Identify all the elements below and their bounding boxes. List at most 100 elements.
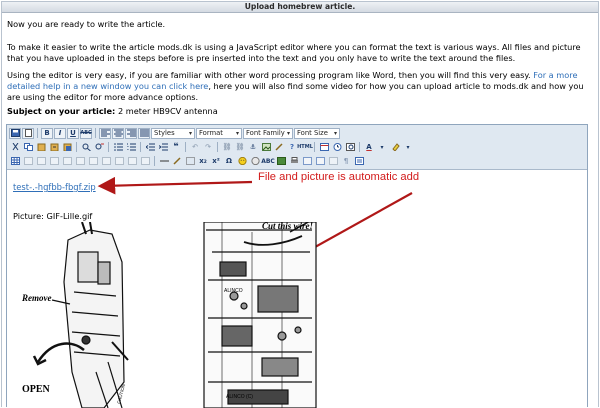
save-icon[interactable] [9, 127, 21, 139]
arrow-to-file [97, 176, 253, 195]
intro-paragraph-1: Now you are ready to write the article. [7, 19, 166, 29]
cleanup-icon[interactable] [273, 142, 285, 153]
toolbar-separator [154, 156, 155, 166]
special-character-icon[interactable]: Ω [223, 156, 235, 167]
toolbar-separator [140, 142, 141, 152]
indent-icon[interactable] [157, 142, 169, 153]
toolbar-row-2: ❝ ↶ ↷ ⛓ ⛓ ⚓ ? HTML A ▾ ▾ [9, 140, 585, 154]
chevron-down-icon[interactable]: ▾ [376, 142, 388, 153]
find-icon[interactable] [80, 142, 92, 153]
anchor-icon[interactable]: ⚓ [247, 142, 259, 153]
insert-date-icon[interactable] [318, 142, 330, 153]
chevron-down-icon[interactable]: ▾ [402, 142, 414, 153]
toolbar-separator [37, 128, 38, 138]
insert-column-after-icon[interactable] [100, 156, 112, 167]
html-source-icon[interactable]: HTML [297, 142, 313, 153]
radio-schematic-image: Remove OPEN Cut this wire! ALINCO ALINCO… [21, 222, 317, 408]
media-icon[interactable] [249, 156, 261, 167]
absolute-position-icon[interactable] [327, 156, 339, 167]
align-center-icon[interactable] [112, 127, 124, 139]
chevron-down-icon: ▾ [333, 129, 337, 137]
intro-paragraph-2: To make it easier to write the article m… [7, 42, 581, 63]
insert-time-icon[interactable] [331, 142, 343, 153]
cell-properties-icon[interactable] [35, 156, 47, 167]
paste-word-icon[interactable] [61, 142, 73, 153]
paste-text-icon[interactable] [48, 142, 60, 153]
align-left-icon[interactable] [99, 127, 111, 139]
styles-dropdown[interactable]: Styles ▾ [151, 127, 195, 139]
underline-button[interactable]: U [67, 127, 79, 139]
subject-label: Subject on your article: [7, 106, 116, 116]
text-color-icon[interactable]: A [363, 142, 375, 153]
editor-content-area[interactable]: test-.-hgfbb-fbgf.zip File and picture i… [7, 171, 587, 408]
rich-text-editor[interactable]: B I U ABC Styles ▾ Format ▾ Font Family ▾ F… [6, 124, 588, 408]
cut-wire-label: Cut this wire! [262, 222, 313, 231]
font-size-dropdown-value: Font Size [297, 128, 328, 137]
background-color-icon[interactable] [389, 142, 401, 153]
toolbar-separator [217, 142, 218, 152]
merge-cells-icon[interactable] [139, 156, 151, 167]
align-right-icon[interactable] [125, 127, 137, 139]
toolbar-separator [95, 128, 96, 138]
italic-button[interactable]: I [54, 127, 66, 139]
bold-button[interactable]: B [41, 127, 53, 139]
delete-row-icon[interactable] [74, 156, 86, 167]
preview-icon[interactable] [344, 142, 356, 153]
print-icon[interactable] [288, 156, 300, 167]
styles-dropdown-value: Styles [154, 128, 175, 137]
visual-aid-icon[interactable] [184, 156, 196, 167]
visual-chars-icon[interactable]: ¶ [340, 156, 352, 167]
numbered-list-icon[interactable] [125, 142, 137, 153]
toolbar-separator [185, 142, 186, 152]
alinco-label-2: ALINCO (C) [226, 394, 253, 400]
new-document-icon[interactable] [22, 127, 34, 139]
subject-line: Subject on your article: 2 meter HB9CV a… [7, 106, 593, 117]
chevron-down-icon: ▾ [188, 129, 192, 137]
layer-icon[interactable] [301, 156, 313, 167]
copy-icon[interactable] [22, 142, 34, 153]
cut-icon[interactable] [9, 142, 21, 153]
toolbar-separator [76, 142, 77, 152]
fullscreen-icon[interactable] [275, 156, 287, 167]
insert-row-after-icon[interactable] [61, 156, 73, 167]
font-size-dropdown[interactable]: Font Size ▾ [294, 127, 340, 139]
split-cells-icon[interactable] [126, 156, 138, 167]
image-icon[interactable] [260, 142, 272, 153]
link-icon[interactable]: ⛓ [221, 142, 233, 153]
insert-row-before-icon[interactable] [48, 156, 60, 167]
row-properties-icon[interactable] [22, 156, 34, 167]
template-icon[interactable] [353, 156, 365, 167]
delete-column-icon[interactable] [113, 156, 125, 167]
paste-icon[interactable] [35, 142, 47, 153]
unlink-icon[interactable]: ⛓ [234, 142, 246, 153]
toolbar-row-1: B I U ABC Styles ▾ Format ▾ Font Family ▾ F… [9, 126, 585, 140]
font-family-dropdown[interactable]: Font Family ▾ [243, 127, 293, 139]
intro-text-before: Using the editor is very easy, if you ar… [7, 70, 534, 80]
superscript-button[interactable]: x² [210, 156, 222, 167]
redo-icon[interactable]: ↷ [202, 142, 214, 153]
toolbar-separator [359, 142, 360, 152]
format-dropdown[interactable]: Format ▾ [196, 127, 242, 139]
insert-column-before-icon[interactable] [87, 156, 99, 167]
blockquote-icon[interactable]: ❝ [170, 142, 182, 153]
subject-value[interactable]: 2 meter HB9CV antenna [118, 106, 218, 116]
page-title: Upload homebrew article. [2, 2, 598, 13]
strikethrough-button[interactable]: ABC [80, 127, 92, 139]
emoticon-icon[interactable] [236, 156, 248, 167]
format-dropdown-value: Format [199, 128, 223, 137]
toolbar-separator [314, 142, 315, 152]
style-props-icon[interactable] [314, 156, 326, 167]
align-justify-icon[interactable] [138, 127, 150, 139]
table-icon[interactable] [9, 156, 21, 167]
bullet-list-icon[interactable] [112, 142, 124, 153]
undo-icon[interactable]: ↶ [189, 142, 201, 153]
remove-label: Remove [21, 293, 52, 303]
spellcheck-icon[interactable]: ABC [261, 156, 275, 167]
replace-icon[interactable] [93, 142, 105, 153]
horizontal-rule-icon[interactable] [158, 156, 170, 167]
outdent-icon[interactable] [144, 142, 156, 153]
subscript-button[interactable]: x₂ [197, 156, 209, 167]
alinco-label-1: ALINCO [224, 288, 243, 294]
remove-format-icon[interactable] [171, 156, 183, 167]
toolbar-row-3: x₂ x² Ω ABC ¶ [9, 154, 585, 168]
